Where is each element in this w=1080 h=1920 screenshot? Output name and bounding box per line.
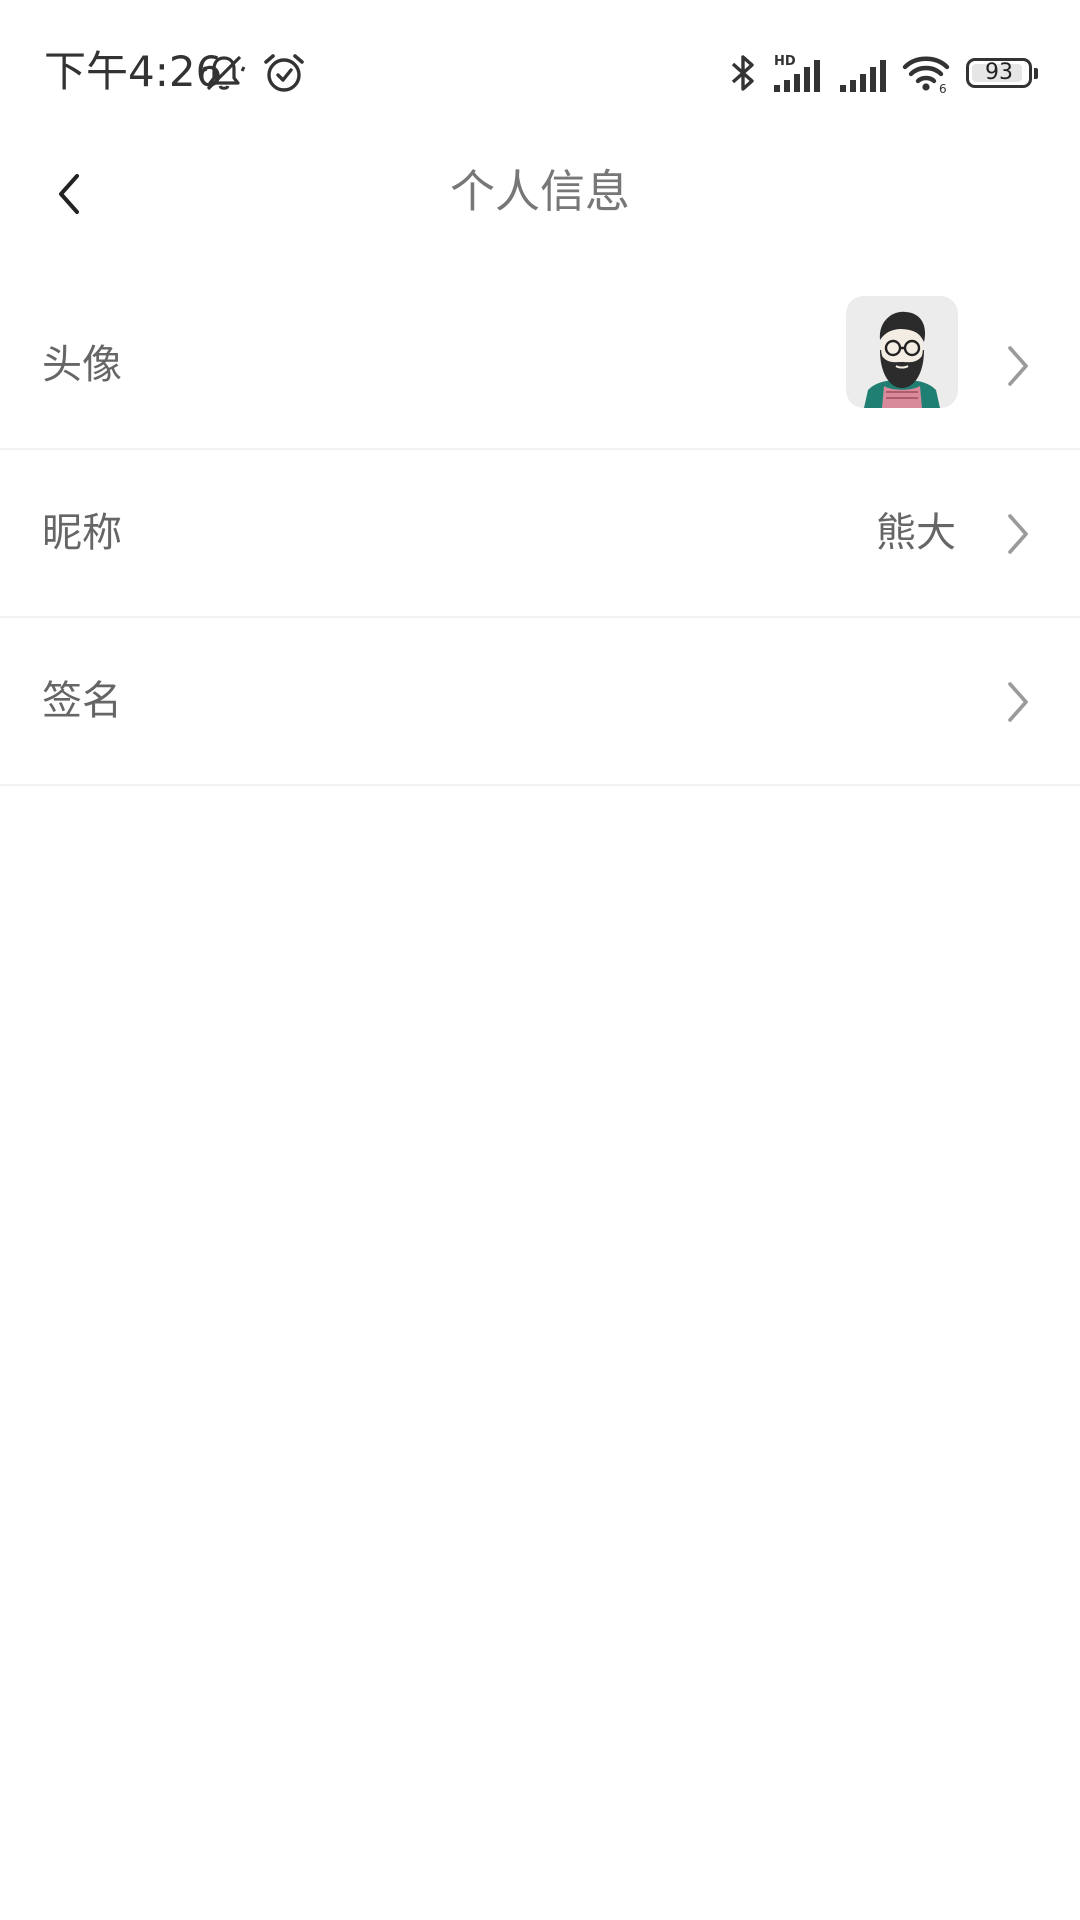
nickname-value: 熊大 [876, 510, 956, 556]
svg-text:HD: HD [774, 54, 796, 69]
status-left-icons [202, 50, 306, 96]
alarm-icon [262, 51, 306, 95]
svg-text:6: 6 [939, 82, 947, 94]
battery-percentage: 93 [985, 60, 1013, 85]
settings-list: 头像 昵称 熊大 签名 [0, 282, 1080, 786]
bluetooth-icon [728, 52, 758, 94]
row-label: 签名 [42, 678, 122, 724]
page-title: 个人信息 [449, 165, 630, 218]
nav-bar: 个人信息 [0, 146, 1080, 240]
avatar-row[interactable]: 头像 [0, 282, 1080, 450]
avatar [846, 296, 958, 408]
hd-signal-icon: HD [772, 52, 824, 94]
status-right-icons: HD 6 93 [728, 48, 1038, 98]
row-label: 头像 [42, 342, 122, 388]
signature-row[interactable]: 签名 [0, 618, 1080, 786]
row-label: 昵称 [42, 510, 122, 556]
nickname-row[interactable]: 昵称 熊大 [0, 450, 1080, 618]
status-bar: 下午4:26 HD 6 93 [0, 0, 1080, 146]
chevron-right-icon [1000, 678, 1036, 726]
signal-icon [838, 52, 888, 94]
wifi-icon: 6 [902, 52, 952, 94]
chevron-right-icon [1000, 342, 1036, 390]
battery-icon: 93 [966, 58, 1038, 88]
status-time: 下午4:26 [44, 47, 223, 96]
chevron-right-icon [1000, 510, 1036, 558]
mute-icon [202, 51, 246, 95]
